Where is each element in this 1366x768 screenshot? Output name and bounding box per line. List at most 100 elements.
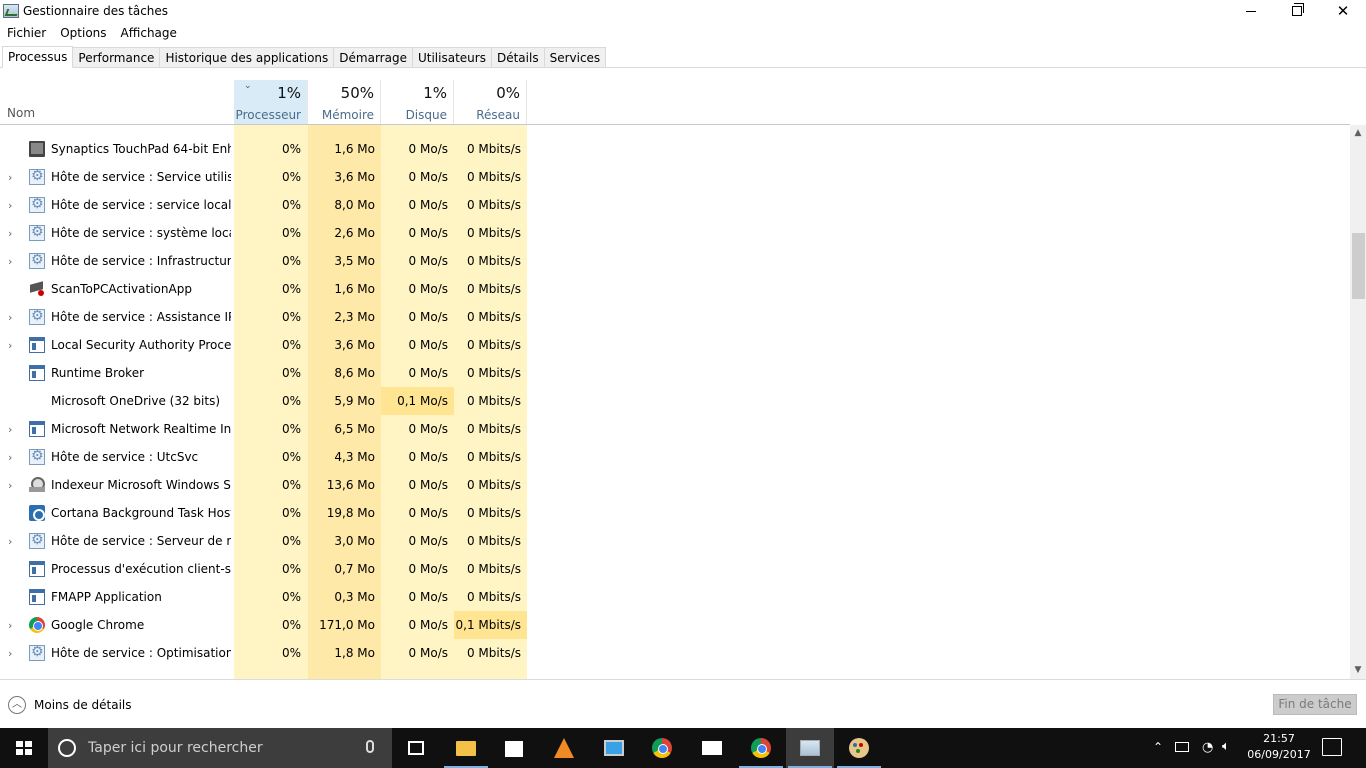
gear-icon [29, 196, 45, 213]
chevron-right-icon[interactable]: › [8, 339, 12, 352]
tab-services[interactable]: Services [544, 47, 607, 68]
chevron-right-icon[interactable]: › [8, 199, 12, 212]
column-disk[interactable]: 1% Disque [381, 80, 454, 124]
table-row[interactable]: Microsoft OneDrive (32 bits) 0% 5,9 Mo 0,1 … [0, 387, 1350, 415]
notification-icon[interactable] [1322, 738, 1342, 756]
table-row[interactable]: › Hôte de service : Service utilisat... 0%… [0, 163, 1350, 191]
chevron-right-icon[interactable]: › [8, 423, 12, 436]
chevron-right-icon[interactable]: › [8, 535, 12, 548]
file-explorer-button[interactable] [442, 728, 490, 768]
table-row[interactable]: › Microsoft Network Realtime Ins... 0% 6,5 … [0, 415, 1350, 443]
close-button[interactable]: ✕ [1320, 0, 1366, 22]
process-name: Hôte de service : Serveur de mo... [51, 534, 231, 548]
cpu-value: 0% [281, 506, 301, 520]
table-row[interactable]: › Hôte de service : Infrastructure ... 0% 3… [0, 247, 1350, 275]
network-value: 0 Mbits/s [466, 226, 521, 240]
column-network[interactable]: 0% Réseau [454, 80, 527, 124]
menu-view[interactable]: Affichage [114, 24, 184, 42]
remote-desktop-button[interactable] [590, 728, 638, 768]
chevron-right-icon[interactable]: › [8, 171, 12, 184]
battery-icon[interactable] [1175, 742, 1189, 752]
table-row[interactable]: › Hôte de service : Optimisation ... 0% 1,8… [0, 639, 1350, 667]
task-view-icon [408, 741, 424, 755]
collapse-circle-icon[interactable]: ︿ [8, 696, 26, 714]
chevron-right-icon[interactable]: › [8, 227, 12, 240]
minimize-icon [1246, 10, 1256, 12]
column-name[interactable]: Nom [7, 106, 35, 120]
tab-app-history[interactable]: Historique des applications [160, 47, 335, 68]
start-button[interactable] [0, 728, 48, 768]
tab-performance[interactable]: Performance [73, 47, 161, 68]
table-row[interactable]: › Google Chrome 0% 171,0 Mo 0 Mo/s 0,1 Mbits/… [0, 611, 1350, 639]
process-name: Hôte de service : Optimisation ... [51, 646, 231, 660]
wifi-icon[interactable]: ◔ [1202, 740, 1213, 755]
table-row[interactable]: › Indexeur Microsoft Windows Se... 0% 13,6 … [0, 471, 1350, 499]
end-task-button[interactable]: Fin de tâche [1273, 694, 1357, 715]
clock-date: 06/09/2017 [1247, 748, 1311, 761]
table-row[interactable]: › Local Security Authority Proces... 0% 3,6… [0, 331, 1350, 359]
network-value: 0 Mbits/s [466, 422, 521, 436]
network-value: 0 Mbits/s [466, 506, 521, 520]
memory-total: 50% [340, 84, 374, 102]
tab-details[interactable]: Détails [491, 47, 545, 68]
chevron-right-icon[interactable]: › [8, 619, 12, 632]
palette-icon [849, 738, 869, 758]
table-row[interactable]: ScanToPCActivationApp 0% 1,6 Mo 0 Mo/s 0 Mbi… [0, 275, 1350, 303]
minimize-button[interactable] [1228, 0, 1274, 22]
chevron-right-icon[interactable]: › [8, 451, 12, 464]
table-row[interactable]: › Hôte de service : Serveur de mo... 0% 3,0… [0, 527, 1350, 555]
table-row[interactable]: › Hôte de service : système local (... 0% 2… [0, 219, 1350, 247]
tab-startup[interactable]: Démarrage [334, 47, 413, 68]
table-row[interactable]: Processus d'exécution client-ser... 0% 0,7… [0, 555, 1350, 583]
table-row[interactable]: Runtime Broker 0% 8,6 Mo 0 Mo/s 0 Mbits/s [0, 359, 1350, 387]
memory-value: 1,8 Mo [334, 646, 375, 660]
scroll-thumb[interactable] [1352, 233, 1365, 299]
cpu-value: 0% [281, 534, 301, 548]
table-row[interactable]: › Hôte de service : Assistance IP 0% 2,3 Mo… [0, 303, 1350, 331]
chevron-right-icon[interactable]: › [8, 479, 12, 492]
task-manager-button[interactable] [786, 728, 834, 768]
scroll-up-icon[interactable]: ▲ [1350, 125, 1366, 142]
menu-bar: Fichier Options Affichage [0, 24, 184, 42]
column-memory[interactable]: 50% Mémoire [308, 80, 381, 124]
vlc-button[interactable] [540, 728, 588, 768]
chevron-right-icon[interactable]: › [8, 647, 12, 660]
restore-button[interactable] [1274, 0, 1320, 22]
vertical-scrollbar[interactable]: ▲ ▼ [1350, 125, 1366, 679]
task-manager-icon [800, 740, 820, 756]
cpu-value: 0% [281, 394, 301, 408]
chevron-up-icon[interactable]: ⌃ [1153, 740, 1163, 754]
paint-button[interactable] [835, 728, 883, 768]
chrome-button[interactable] [638, 728, 686, 768]
chevron-right-icon[interactable]: › [8, 311, 12, 324]
microphone-icon[interactable] [366, 740, 374, 753]
table-row[interactable]: › Hôte de service : UtcSvc 0% 4,3 Mo 0 Mo/s 0… [0, 443, 1350, 471]
task-view-button[interactable] [392, 728, 440, 768]
cpu-value: 0% [281, 198, 301, 212]
column-cpu[interactable]: ⌄ 1% Processeur [234, 80, 308, 124]
store-button[interactable] [490, 728, 538, 768]
disk-value: 0 Mo/s [408, 226, 448, 240]
tab-users[interactable]: Utilisateurs [412, 47, 492, 68]
table-row[interactable]: FMAPP Application 0% 0,3 Mo 0 Mo/s 0 Mbits/s [0, 583, 1350, 611]
table-row[interactable]: Synaptics TouchPad 64-bit Enh... 0% 1,6 Mo… [0, 135, 1350, 163]
process-name: Hôte de service : Infrastructure ... [51, 254, 231, 268]
chrome-running-button[interactable] [737, 728, 785, 768]
tab-processes[interactable]: Processus [2, 46, 74, 68]
memory-value: 3,6 Mo [334, 338, 375, 352]
fewer-details-link[interactable]: Moins de détails [34, 698, 132, 712]
monitor-icon [604, 740, 624, 756]
cpu-value: 0% [281, 282, 301, 296]
scroll-down-icon[interactable]: ▼ [1350, 662, 1366, 679]
table-row[interactable]: › Hôte de service : service local (a... 0%… [0, 191, 1350, 219]
gear-icon [29, 644, 45, 661]
menu-file[interactable]: Fichier [0, 24, 53, 42]
clock[interactable]: 21:57 06/09/2017 [1240, 731, 1318, 763]
mail-button[interactable] [688, 728, 736, 768]
volume-icon[interactable]: 🔈︎ [1222, 739, 1230, 754]
chrome-icon [29, 617, 45, 633]
chevron-right-icon[interactable]: › [8, 255, 12, 268]
menu-options[interactable]: Options [53, 24, 113, 42]
taskbar-search[interactable]: Taper ici pour rechercher [48, 728, 392, 768]
table-row[interactable]: Cortana Background Task Host 0% 19,8 Mo 0 M… [0, 499, 1350, 527]
